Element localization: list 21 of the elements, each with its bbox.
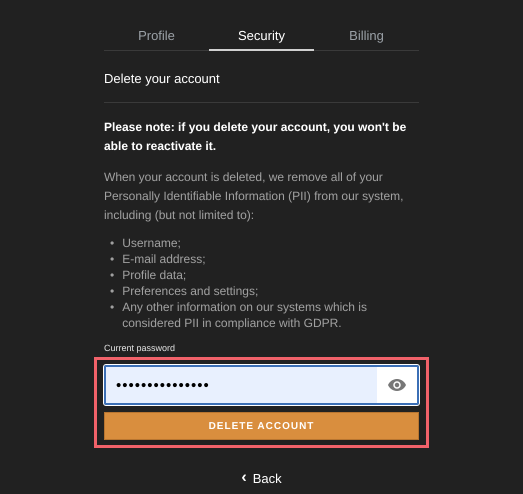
bullet: • [110, 267, 114, 283]
list-item: Preferences and settings; [122, 283, 258, 299]
list-item: E-mail address; [122, 251, 206, 267]
field-label: Current password [104, 343, 176, 353]
tab[interactable]: Security [209, 24, 314, 51]
bullet: • [110, 283, 114, 299]
intro-text: When your account is deleted, we remove all of your Personally Identifiable Information (PII) from our system, including (but not limited to): [104, 169, 404, 224]
bullet: • [110, 235, 114, 251]
section-heading: Delete your account [104, 71, 419, 103]
eye-icon[interactable] [377, 367, 417, 403]
tab[interactable]: Profile [104, 24, 209, 51]
list-item: Any other information on our systems which is considered PII in compliance with GDPR. [122, 299, 368, 331]
bullet: • [110, 299, 114, 316]
password-input[interactable]: ••••••••••••••• [106, 367, 377, 403]
password-field[interactable]: ••••••••••••••• [104, 365, 419, 405]
tab[interactable]: Billing [314, 24, 419, 51]
back-link[interactable]: ‹ Back [235, 468, 288, 488]
list-item: Profile data; [122, 267, 186, 283]
warning-text: Please note: if you delete your account, you won't be able to reactivate it. [104, 119, 408, 155]
list-item: Username; [122, 235, 181, 251]
bullet: • [110, 251, 114, 267]
